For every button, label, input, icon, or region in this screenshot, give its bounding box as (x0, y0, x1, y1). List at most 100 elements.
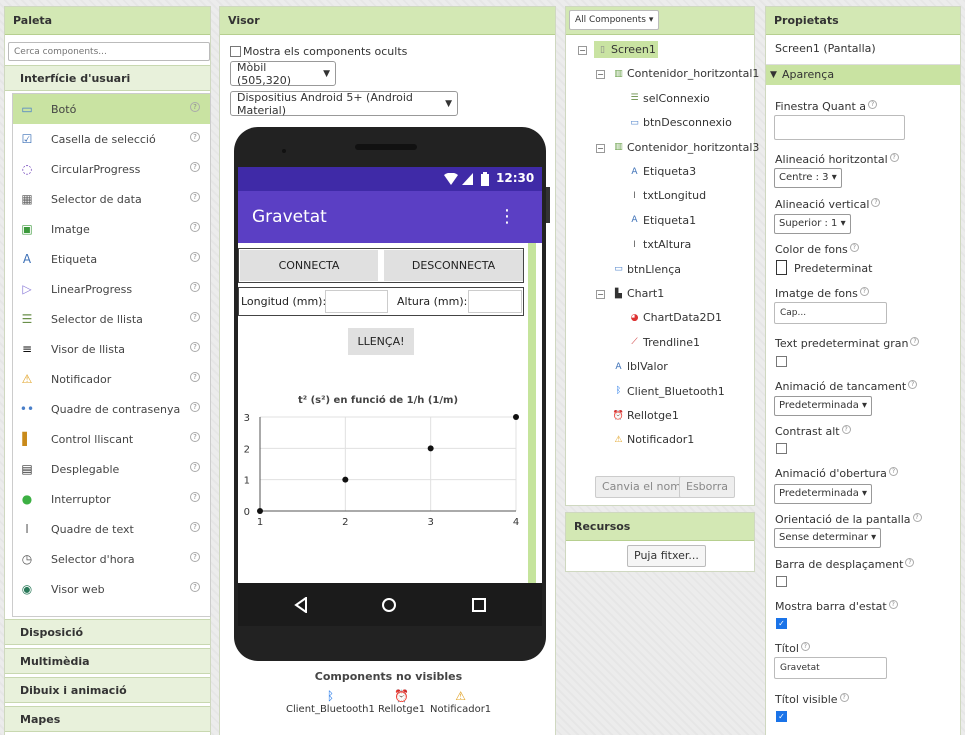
length-textbox[interactable] (325, 290, 388, 313)
palette-item[interactable]: ▤ Desplegable? (13, 454, 210, 484)
tree-node[interactable]: ▭ btnLlença (612, 263, 681, 276)
help-icon[interactable]: ? (841, 425, 851, 434)
help-icon[interactable]: ? (190, 222, 200, 232)
collapse-toggle-icon[interactable]: − (578, 46, 587, 55)
disconnect-button[interactable]: DESCONNECTA (384, 250, 523, 281)
background-image-field[interactable]: Cap... (774, 302, 887, 324)
high-contrast-checkbox[interactable] (776, 443, 787, 454)
screen-size-select[interactable]: Mòbil (505,320) ▼ (230, 61, 336, 87)
tree-node[interactable]: ◕ ChartData2D1 (628, 311, 722, 324)
height-textbox[interactable] (468, 290, 522, 313)
help-icon[interactable]: ? (912, 513, 922, 522)
tree-node[interactable]: ⚠ Notificador1 (612, 433, 694, 446)
about-window-textarea[interactable] (774, 115, 905, 140)
help-icon[interactable]: ? (889, 153, 899, 162)
help-icon[interactable]: ? (868, 100, 878, 109)
help-icon[interactable]: ? (190, 192, 200, 202)
tree-node[interactable]: ⟋ Trendline1 (628, 336, 700, 349)
category-drawing[interactable]: Dibuix i animació (5, 677, 210, 703)
help-icon[interactable]: ? (190, 282, 200, 292)
category-maps[interactable]: Mapes (5, 706, 210, 732)
open-animation-select[interactable]: Predeterminada ▾ (774, 484, 873, 504)
large-font-checkbox[interactable] (776, 356, 787, 367)
align-vertical-select[interactable]: Superior : 1 ▾ (774, 214, 851, 234)
help-icon[interactable]: ? (190, 582, 200, 592)
help-icon[interactable]: ? (190, 552, 200, 562)
tree-node[interactable]: ⏰ Rellotge1 (612, 409, 679, 422)
category-layout[interactable]: Disposició (5, 619, 210, 645)
palette-item[interactable]: ≡ Visor de llista? (13, 334, 210, 364)
home-icon[interactable] (381, 597, 397, 613)
tree-node[interactable]: A Etiqueta3 (628, 165, 696, 178)
help-icon[interactable]: ? (800, 642, 810, 651)
help-icon[interactable]: ? (888, 600, 898, 609)
tree-node[interactable]: ▥ Contenidor_horitzontal1 (612, 67, 759, 80)
help-icon[interactable]: ? (190, 522, 200, 532)
tree-node[interactable]: ItxtLongitud (628, 189, 706, 202)
help-icon[interactable]: ? (190, 432, 200, 442)
palette-search-input[interactable] (8, 42, 210, 61)
nonvisible-notifier[interactable]: ⚠ Notificador1 (430, 688, 491, 715)
horizontal-arrangement-1[interactable]: CONNECTA DESCONNECTA (238, 248, 524, 283)
upload-file-button[interactable]: Puja fitxer... (627, 545, 706, 567)
collapse-toggle-icon[interactable]: − (596, 143, 605, 153)
tree-node[interactable]: ▭ btnDesconnexio (628, 116, 732, 129)
theme-select[interactable]: Dispositius Android 5+ (Android Material… (230, 91, 458, 117)
tree-node[interactable]: ☰ selConnexio (628, 92, 709, 105)
components-dropdown[interactable]: All Components ▾ (569, 10, 660, 30)
nonvisible-clock[interactable]: ⏰ Rellotge1 (378, 688, 425, 715)
help-icon[interactable]: ? (871, 198, 881, 207)
checkbox-box[interactable] (230, 46, 241, 57)
background-color-swatch[interactable] (776, 260, 787, 275)
palette-item[interactable]: ◌ CircularProgress? (13, 154, 210, 184)
help-icon[interactable]: ? (190, 372, 200, 382)
tree-node[interactable]: ▯ Screen1 (594, 41, 658, 58)
horizontal-arrangement-3[interactable]: Longitud (mm): Altura (mm): (238, 287, 524, 316)
scrollable-checkbox[interactable] (776, 576, 787, 587)
help-icon[interactable]: ? (190, 132, 200, 142)
help-icon[interactable]: ? (190, 102, 200, 112)
title-field[interactable]: Gravetat (774, 657, 887, 679)
palette-item[interactable]: A Etiqueta? (13, 244, 210, 274)
tree-node[interactable]: A Etiqueta1 (628, 214, 696, 227)
palette-item[interactable]: ▭ Botó? (13, 94, 210, 124)
title-visible-checkbox[interactable]: ✓ (776, 711, 787, 722)
delete-button[interactable]: Esborra (679, 476, 735, 498)
palette-item[interactable]: ▦ Selector de data? (13, 184, 210, 214)
help-icon[interactable]: ? (908, 380, 918, 389)
palette-item[interactable]: I Quadre de text? (13, 514, 210, 544)
background-color-value[interactable]: Predeterminat (794, 262, 872, 275)
help-icon[interactable]: ? (190, 312, 200, 322)
help-icon[interactable]: ? (190, 162, 200, 172)
tree-node[interactable]: ItxtAltura (628, 238, 691, 251)
palette-item[interactable]: ◉ Visor web? (13, 574, 210, 604)
collapse-toggle-icon[interactable]: − (596, 290, 605, 299)
palette-item[interactable]: ⚠ Notificador? (13, 364, 210, 394)
appearance-group[interactable]: ▼ Aparença (766, 65, 960, 85)
help-icon[interactable]: ? (839, 693, 849, 702)
help-icon[interactable]: ? (859, 287, 869, 296)
help-icon[interactable]: ? (905, 558, 915, 567)
rename-button[interactable]: Canvia el nom (595, 476, 688, 498)
palette-item[interactable]: ☰ Selector de llista? (13, 304, 210, 334)
align-horizontal-select[interactable]: Centre : 3 ▾ (774, 168, 842, 188)
palette-item[interactable]: ☑ Casella de selecció? (13, 124, 210, 154)
help-icon[interactable]: ? (888, 467, 898, 476)
palette-item[interactable]: ▷ LinearProgress? (13, 274, 210, 304)
tree-node[interactable]: ᛒ Client_Bluetooth1 (612, 385, 725, 398)
palette-item[interactable]: ▌ Control lliscant? (13, 424, 210, 454)
palette-item[interactable]: ● Interruptor? (13, 484, 210, 514)
help-icon[interactable]: ? (849, 243, 859, 252)
tree-node[interactable]: ▙ Chart1 (612, 287, 664, 300)
show-hidden-checkbox[interactable]: Mostra els components ocults (230, 45, 407, 58)
recents-icon[interactable] (471, 597, 487, 613)
back-icon[interactable] (294, 597, 308, 613)
category-media[interactable]: Multimèdia (5, 648, 210, 674)
help-icon[interactable]: ? (190, 462, 200, 472)
tree-node[interactable]: ▥ Contenidor_horitzontal3 (612, 141, 759, 154)
connect-button[interactable]: CONNECTA (240, 250, 378, 281)
category-user-interface[interactable]: Interfície d'usuari (5, 65, 210, 91)
help-icon[interactable]: ? (190, 402, 200, 412)
help-icon[interactable]: ? (190, 252, 200, 262)
nonvisible-bluetooth[interactable]: ᛒ Client_Bluetooth1 (286, 688, 375, 715)
